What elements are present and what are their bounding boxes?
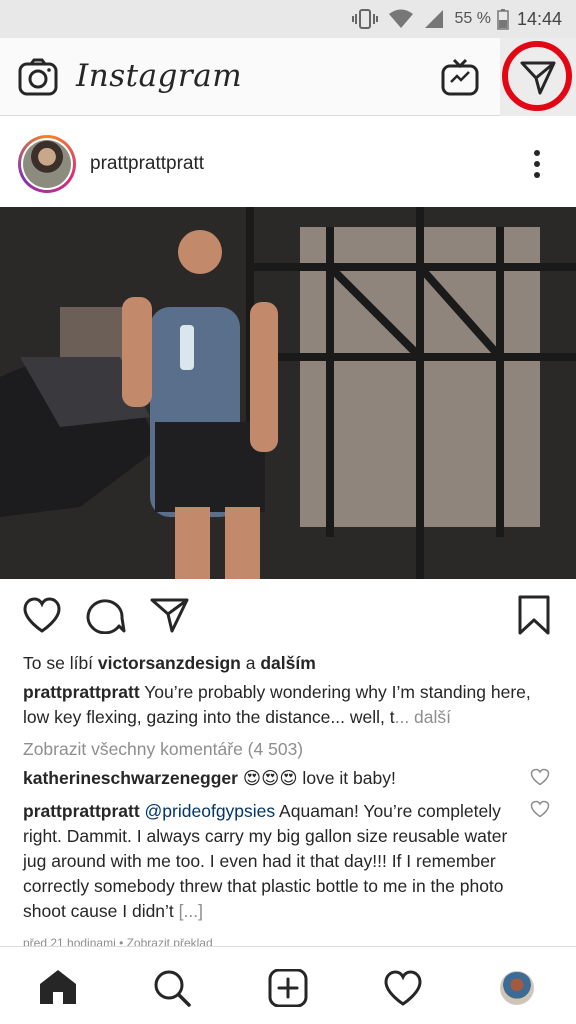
comment-like-heart-icon[interactable] (530, 800, 550, 823)
comment-item: prattprattpratt @prideofgypsies Aquaman!… (23, 801, 508, 921)
profile-avatar[interactable] (500, 971, 534, 1005)
post-actions (0, 590, 576, 642)
view-all-comments-link[interactable]: Zobrazit všechny komentáře (4 503) (23, 737, 543, 762)
comment-username[interactable]: katherineschwarzenegger (23, 768, 238, 788)
post-photo[interactable] (0, 207, 576, 579)
more-options-icon[interactable] (530, 149, 544, 184)
caption-username[interactable]: prattprattpratt (23, 682, 140, 702)
caption: prattprattpratt You’re probably wonderin… (23, 682, 531, 727)
user-avatar[interactable] (18, 135, 76, 193)
instagram-logo: Instagram (76, 58, 243, 94)
search-icon[interactable] (152, 969, 192, 1012)
bottom-navigation (0, 946, 576, 1024)
comment-like-heart-icon[interactable] (530, 768, 550, 791)
app-header: Instagram (0, 38, 576, 116)
post-username[interactable]: prattprattpratt (90, 153, 204, 175)
igtv-icon[interactable] (441, 58, 479, 101)
likes-others-link[interactable]: dalším (260, 653, 315, 673)
caption-more-link[interactable]: ... další (395, 707, 451, 727)
clock: 14:44 (516, 8, 562, 29)
bookmark-icon[interactable] (517, 594, 551, 641)
direct-message-icon[interactable] (519, 58, 557, 101)
battery-percent: 55 % (454, 10, 491, 27)
wifi-icon (388, 9, 414, 29)
vibrate-icon (352, 8, 379, 30)
comment-username[interactable]: prattprattpratt (23, 801, 140, 821)
home-icon[interactable] (38, 969, 78, 1010)
new-post-icon[interactable] (268, 968, 308, 1012)
activity-heart-icon[interactable] (383, 969, 423, 1012)
battery-icon (497, 8, 509, 30)
post-header: prattprattpratt (0, 117, 576, 207)
comment-mention-link[interactable]: @prideofgypsies (145, 801, 276, 821)
comment-more-link[interactable]: [...] (179, 901, 203, 921)
comment-icon[interactable] (86, 596, 126, 639)
direct-message-area (500, 38, 576, 116)
likes-user-link[interactable]: victorsanzdesign (98, 653, 241, 673)
status-bar: 55 % 14:44 (0, 0, 576, 38)
camera-icon[interactable] (18, 58, 58, 101)
signal-icon (424, 9, 444, 29)
comment-item: katherineschwarzenegger 😍😍😍 love it baby… (23, 768, 396, 788)
likes-line: To se líbí victorsanzdesign a dalším (23, 653, 316, 673)
like-heart-icon[interactable] (22, 596, 62, 639)
share-icon[interactable] (150, 596, 190, 639)
